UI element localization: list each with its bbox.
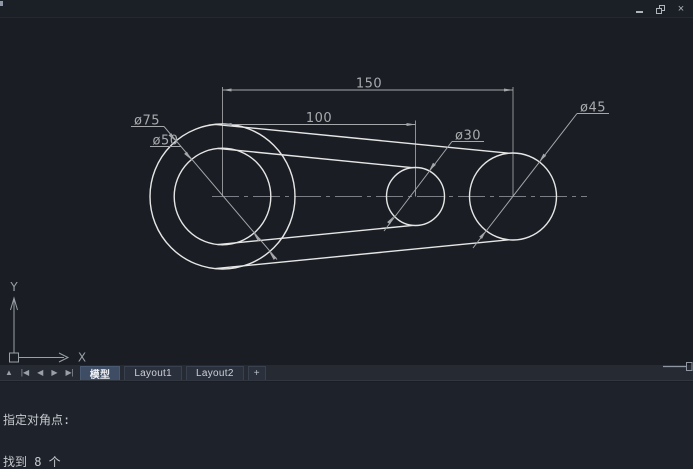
dim-100-text: 100 — [306, 111, 332, 126]
dimension-arrowheads — [169, 89, 547, 260]
tab-menu-icon[interactable]: ▲ — [0, 365, 17, 381]
dia-75-text: ø75 — [134, 114, 160, 129]
dimension-lines[interactable] — [131, 90, 609, 260]
restore-button[interactable] — [654, 3, 666, 15]
title-bar: × — [0, 0, 693, 18]
inner-tangent-top — [218, 148, 413, 167]
close-button[interactable]: × — [675, 3, 687, 15]
ucs-y-label: Y — [9, 280, 18, 294]
dia-50-text: ø50 — [153, 134, 179, 149]
next-tab-icon[interactable]: ▶ — [47, 365, 61, 381]
dia-30-text: ø30 — [455, 129, 481, 144]
restore-icon — [656, 5, 665, 14]
minimize-button[interactable] — [633, 3, 645, 15]
command-history-line: 找到 8 个 — [3, 455, 693, 469]
drawing-svg: 150 100 ø75 ø50 ø30 ø45 Y X — [0, 18, 693, 365]
dia-45-leader — [473, 114, 577, 249]
outer-tangent-bottom — [215, 240, 508, 269]
add-layout-button[interactable]: + — [248, 366, 266, 380]
tab-layout2[interactable]: Layout2 — [186, 366, 244, 380]
minimize-icon — [636, 11, 643, 13]
dia-30-leader — [384, 142, 452, 232]
ucs-x-label: X — [78, 351, 86, 365]
first-tab-icon[interactable]: |◀ — [17, 365, 33, 381]
scrollbar-tail[interactable] — [663, 362, 693, 371]
dia-45-text: ø45 — [580, 101, 606, 116]
prev-tab-icon[interactable]: ◀ — [33, 365, 47, 381]
app-corner-sliver — [0, 1, 3, 6]
model-space-canvas[interactable]: 150 100 ø75 ø50 ø30 ø45 Y X — [0, 18, 693, 365]
tab-model[interactable]: 模型 — [80, 366, 121, 380]
last-tab-icon[interactable]: ▶| — [61, 365, 77, 381]
command-history-line: 指定对角点: — [3, 413, 693, 427]
cad-application-window: × — [0, 0, 693, 469]
ucs-icon: Y X — [9, 280, 86, 365]
inner-tangent-bottom — [218, 225, 413, 244]
window-controls: × — [633, 0, 687, 18]
tab-layout1[interactable]: Layout1 — [124, 366, 182, 380]
layout-tab-bar: ▲ |◀ ◀ ▶ ▶| 模型 Layout1 Layout2 + — [0, 365, 693, 381]
dim-150-text: 150 — [356, 77, 382, 92]
command-line-panel[interactable]: 指定对角点: 找到 8 个 选择对象: 指定基点: 指定缩放比例或 [复制(C)… — [0, 382, 693, 469]
